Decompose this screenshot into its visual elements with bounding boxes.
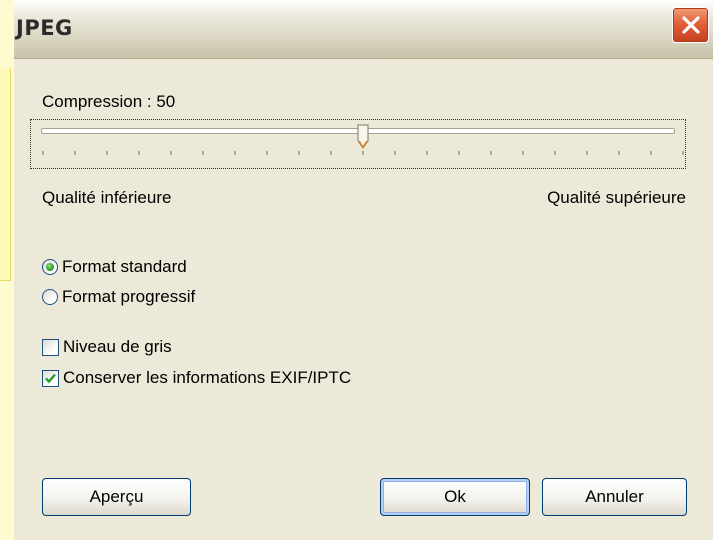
background-desktop [0, 0, 14, 540]
exif-label[interactable]: Conserver les informations EXIF/IPTC [63, 368, 351, 388]
slider-thumb[interactable] [357, 124, 369, 150]
close-x-icon [682, 16, 700, 34]
compression-label: Compression : 50 [42, 92, 176, 111]
low-quality-label: Qualité inférieure [42, 188, 172, 207]
background-panel [0, 68, 11, 281]
preview-button[interactable]: Aperçu [42, 478, 191, 516]
format-standard-radio[interactable] [42, 259, 58, 275]
radio-selected-dot [46, 263, 54, 271]
jpeg-dialog: JPEG Compression : 50 Qualité inférieure… [14, 0, 713, 540]
ok-button[interactable]: Ok [380, 478, 530, 516]
checkmark-icon [45, 373, 56, 384]
close-button[interactable] [672, 7, 709, 43]
format-progressive-label[interactable]: Format progressif [62, 287, 195, 307]
grayscale-checkbox[interactable] [42, 339, 59, 356]
window-title: JPEG [16, 16, 73, 40]
cancel-button[interactable]: Annuler [542, 478, 687, 516]
format-standard-label[interactable]: Format standard [62, 257, 187, 277]
high-quality-label: Qualité supérieure [547, 188, 686, 207]
compression-slider[interactable] [30, 119, 686, 169]
title-bar[interactable]: JPEG [14, 0, 713, 59]
format-progressive-radio[interactable] [42, 289, 58, 305]
exif-checkbox[interactable] [42, 370, 59, 387]
grayscale-label[interactable]: Niveau de gris [63, 337, 172, 357]
